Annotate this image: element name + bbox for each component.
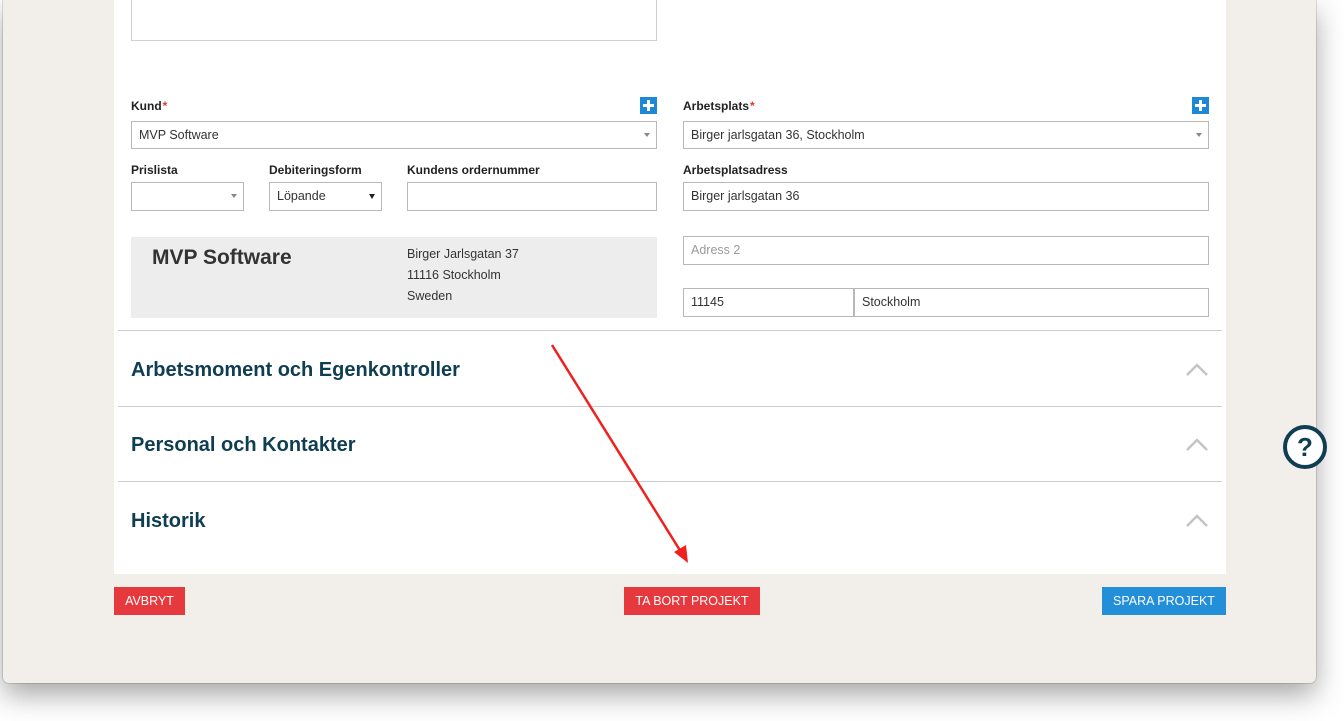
help-icon[interactable]: ? [1283,425,1327,469]
debiteringsform-select[interactable]: Löpande [269,182,382,211]
kundens-ordernummer-input[interactable] [407,182,657,211]
postal-code-value: 11145 [691,295,724,309]
postal-code-input[interactable]: 11145 [683,288,854,317]
kund-label-text: Kund [131,99,162,113]
delete-project-button[interactable]: TA BORT PROJEKT [624,587,760,615]
required-mark: * [750,99,755,113]
add-kund-icon[interactable] [640,97,657,114]
section-personal-title[interactable]: Personal och Kontakter [131,434,356,457]
chevron-up-icon[interactable] [1186,362,1208,376]
arbetsplats-label: Arbetsplats* [683,99,755,113]
address2-placeholder: Adress 2 [691,243,741,257]
customer-name: MVP Software [152,246,292,269]
description-textarea[interactable] [131,0,657,41]
customer-info-card: MVP Software Birger Jarlsgatan 37 11116 … [131,237,657,318]
chevron-down-icon [644,133,650,137]
cancel-button[interactable]: AVBRYT [114,587,185,615]
arbetsplats-select-value: Birger jarlsgatan 36, Stockholm [691,128,865,142]
debiteringsform-label: Debiteringsform [269,163,362,177]
required-mark: * [162,99,168,113]
chevron-up-icon[interactable] [1186,513,1208,527]
prislista-select[interactable] [131,182,244,211]
add-arbetsplats-icon[interactable] [1192,97,1209,114]
city-value: Stockholm [862,295,921,309]
section-divider [118,406,1222,407]
chevron-down-icon [231,194,237,198]
customer-postal-city: 11116 Stockholm [407,268,501,282]
customer-country: Sweden [407,289,453,303]
section-divider [118,330,1222,331]
project-form-card: Kund* MVP Software Arbetsplats* Birger j… [114,0,1226,574]
app-window: Kund* MVP Software Arbetsplats* Birger j… [3,0,1316,683]
customer-street: Birger Jarlsgatan 37 [407,247,519,261]
kund-select-value: MVP Software [139,128,219,142]
address2-input[interactable]: Adress 2 [683,236,1209,265]
kund-label: Kund* [131,99,167,113]
arbetsplatsadress-label: Arbetsplatsadress [683,163,788,177]
city-input[interactable]: Stockholm [854,288,1209,317]
chevron-up-icon[interactable] [1186,437,1208,451]
kundens-ordernummer-label: Kundens ordernummer [407,163,540,177]
section-arbetsmoment-title[interactable]: Arbetsmoment och Egenkontroller [131,359,460,382]
section-divider [118,481,1222,482]
kund-select[interactable]: MVP Software [131,121,657,149]
chevron-down-icon [369,194,375,199]
arbetsplats-select[interactable]: Birger jarlsgatan 36, Stockholm [683,121,1209,149]
chevron-down-icon [1196,133,1202,137]
debiteringsform-select-value: Löpande [277,189,326,203]
arbetsplats-label-text: Arbetsplats [683,99,750,113]
address1-input[interactable]: Birger jarlsgatan 36 [683,182,1209,211]
section-historik-title[interactable]: Historik [131,510,205,533]
save-project-button[interactable]: SPARA PROJEKT [1102,587,1226,615]
prislista-label: Prislista [131,163,178,177]
address1-value: Birger jarlsgatan 36 [691,189,800,203]
